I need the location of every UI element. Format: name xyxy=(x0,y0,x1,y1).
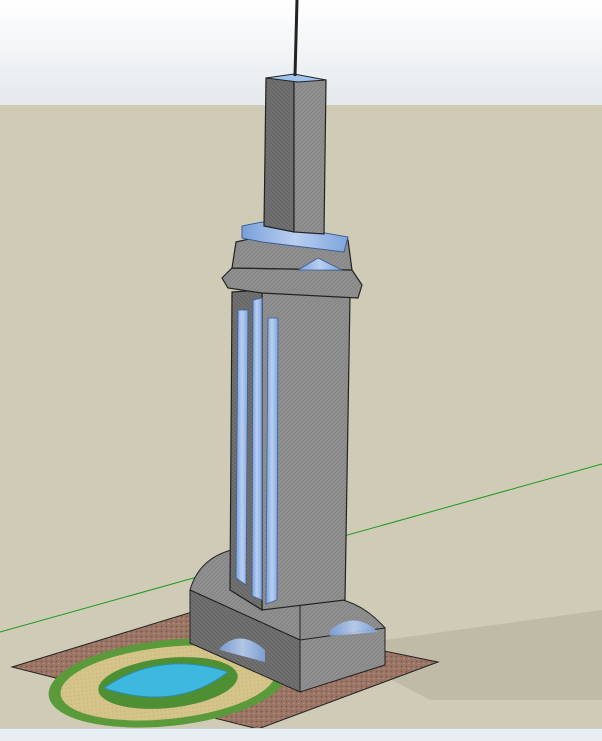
status-strip xyxy=(0,728,602,741)
modeling-viewport[interactable] xyxy=(0,0,602,741)
upper-spire-front xyxy=(263,75,295,233)
glass-strip-2 xyxy=(251,297,263,601)
3d-model-canvas[interactable] xyxy=(0,0,602,741)
glass-strip-3 xyxy=(265,317,279,605)
upper-spire-side xyxy=(293,75,327,235)
glass-strip-1 xyxy=(235,309,249,586)
antenna[interactable] xyxy=(293,0,299,77)
